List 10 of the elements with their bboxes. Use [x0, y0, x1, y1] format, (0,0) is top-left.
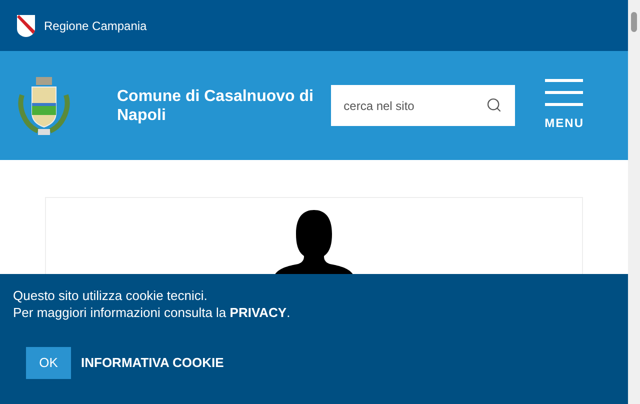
- scrollbar[interactable]: [628, 0, 640, 404]
- menu-icon: [545, 79, 584, 107]
- search-field[interactable]: cerca nel sito: [330, 85, 515, 126]
- search-icon[interactable]: [486, 97, 502, 113]
- coat-of-arms-icon: [16, 74, 72, 136]
- region-link[interactable]: Regione Campania: [44, 16, 147, 34]
- cookie-message: Questo sito utilizza cookie tecnici. Per maggiori informazioni consulta la PRIVACY.: [13, 287, 292, 321]
- privacy-link[interactable]: PRIVACY: [230, 305, 287, 320]
- cookie-info-link[interactable]: INFORMATIVA COOKIE: [81, 353, 224, 373]
- region-shield-icon: [16, 14, 36, 38]
